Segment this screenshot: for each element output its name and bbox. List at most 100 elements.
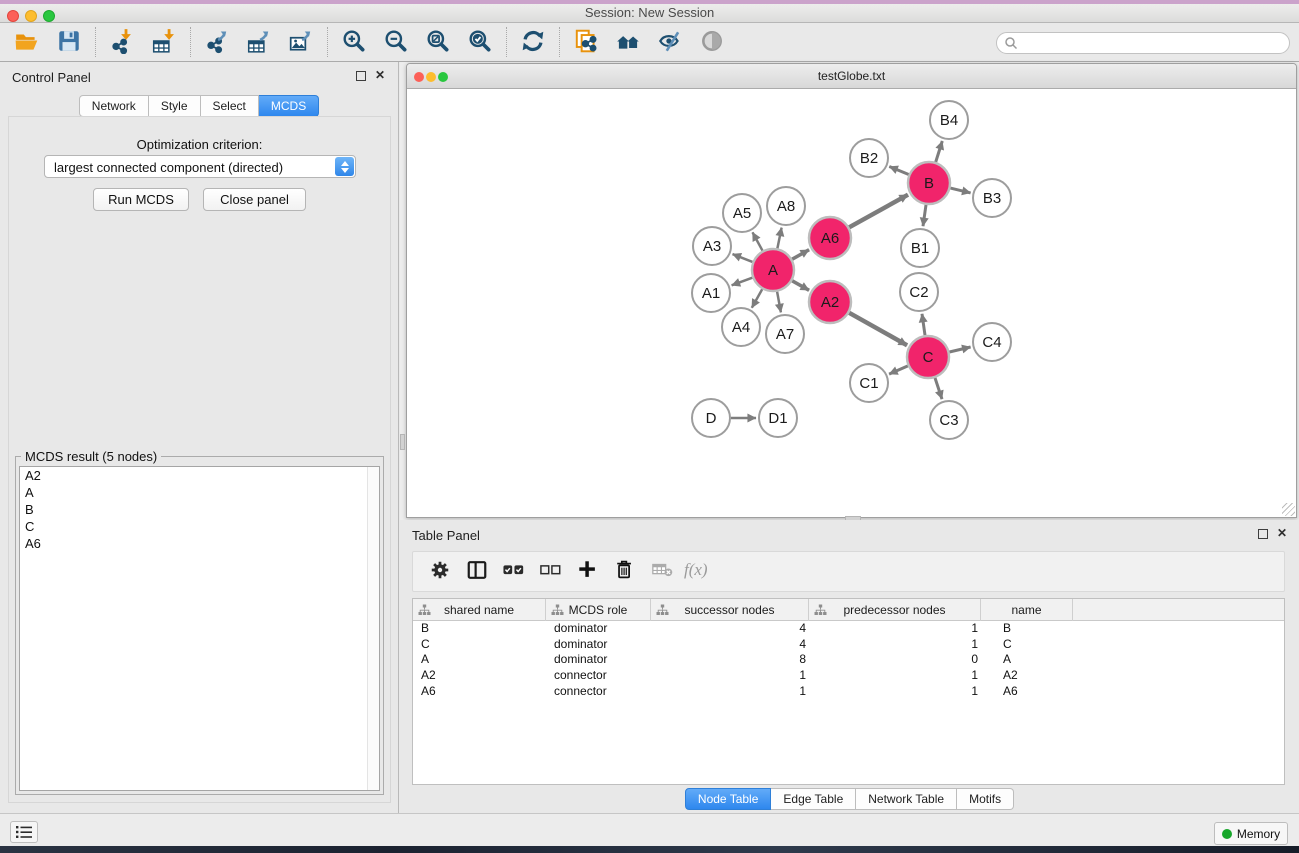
table-row[interactable]: Cdominator41C xyxy=(413,637,1284,653)
node-D1[interactable]: D1 xyxy=(759,399,797,437)
close-window-traffic-light[interactable] xyxy=(7,10,19,22)
edge-B-B2[interactable] xyxy=(889,167,908,175)
edge-A-A3[interactable] xyxy=(733,254,753,262)
node-A7[interactable]: A7 xyxy=(766,315,804,353)
export-image-button[interactable] xyxy=(280,26,322,58)
node-A2[interactable]: A2 xyxy=(809,281,851,323)
table-tab-node-table[interactable]: Node Table xyxy=(685,788,772,810)
network-window-maximize-traffic-light[interactable] xyxy=(438,72,448,82)
maximize-window-traffic-light[interactable] xyxy=(43,10,55,22)
tab-mcds[interactable]: MCDS xyxy=(259,95,319,117)
node-A8[interactable]: A8 xyxy=(767,187,805,225)
edge-A-A5[interactable] xyxy=(753,232,763,250)
node-C4[interactable]: C4 xyxy=(973,323,1011,361)
result-list-item[interactable]: B xyxy=(20,501,379,518)
edge-A-A4[interactable] xyxy=(752,289,762,308)
network-window-close-traffic-light[interactable] xyxy=(414,72,424,82)
table-row[interactable]: A6connector11A6 xyxy=(413,684,1284,700)
mcds-result-list[interactable]: A2ABCA6 xyxy=(19,466,380,791)
show-graphics-details-button[interactable] xyxy=(691,26,733,58)
table-panel-float-icon[interactable] xyxy=(1258,529,1268,539)
table-row[interactable]: A2connector11A2 xyxy=(413,668,1284,684)
edge-A-A2[interactable] xyxy=(792,281,809,291)
tab-network[interactable]: Network xyxy=(79,95,149,117)
result-list-item[interactable]: A xyxy=(20,484,379,501)
zoom-in-button[interactable] xyxy=(333,26,375,58)
export-network-button[interactable] xyxy=(196,26,238,58)
column-header-mcds-role[interactable]: MCDS role xyxy=(546,599,651,621)
edge-B-B3[interactable] xyxy=(950,188,970,193)
close-panel-button[interactable]: Close panel xyxy=(203,188,306,211)
edge-A6-B[interactable] xyxy=(849,195,908,228)
column-header-predecessor-nodes[interactable]: predecessor nodes xyxy=(809,599,981,621)
node-B3[interactable]: B3 xyxy=(973,179,1011,217)
table-tab-edge-table[interactable]: Edge Table xyxy=(771,788,856,810)
sash-grip-left-icon[interactable] xyxy=(400,434,405,450)
home-button[interactable] xyxy=(607,26,649,58)
edge-A2-C[interactable] xyxy=(849,313,907,346)
edge-B-B1[interactable] xyxy=(923,205,926,226)
tab-select[interactable]: Select xyxy=(201,95,259,117)
edge-A-A7[interactable] xyxy=(777,292,781,313)
column-header-successor-nodes[interactable]: successor nodes xyxy=(651,599,809,621)
node-C2[interactable]: C2 xyxy=(900,273,938,311)
window-resize-grip-icon[interactable] xyxy=(1282,503,1295,516)
table-row[interactable]: Adominator80A xyxy=(413,652,1284,668)
export-table-button[interactable] xyxy=(238,26,280,58)
control-panel-close-icon[interactable]: ✕ xyxy=(375,68,385,82)
node-C3[interactable]: C3 xyxy=(930,401,968,439)
settings-gear-button[interactable] xyxy=(423,556,457,588)
node-D[interactable]: D xyxy=(692,399,730,437)
task-history-button[interactable] xyxy=(10,821,38,843)
tab-style[interactable]: Style xyxy=(149,95,201,117)
duplicate-network-button[interactable] xyxy=(565,26,607,58)
edge-C-C4[interactable] xyxy=(949,347,970,352)
edge-A-A1[interactable] xyxy=(732,278,753,286)
zoom-selected-button[interactable] xyxy=(459,26,501,58)
node-A4[interactable]: A4 xyxy=(722,308,760,346)
delete-column-button[interactable] xyxy=(608,556,642,588)
add-column-button[interactable] xyxy=(571,556,605,588)
zoom-out-button[interactable] xyxy=(375,26,417,58)
edge-B-B4[interactable] xyxy=(936,141,943,162)
edge-A-A8[interactable] xyxy=(777,228,781,249)
column-header-name[interactable]: name xyxy=(981,599,1073,621)
node-C1[interactable]: C1 xyxy=(850,364,888,402)
node-C[interactable]: C xyxy=(907,336,949,378)
table-row[interactable]: Bdominator41B xyxy=(413,621,1284,637)
network-window-title-bar[interactable]: testGlobe.txt xyxy=(407,64,1296,89)
result-list-scrollbar[interactable] xyxy=(367,467,379,790)
network-window-minimize-traffic-light[interactable] xyxy=(426,72,436,82)
hide-graphics-details-button[interactable] xyxy=(649,26,691,58)
zoom-fit-button[interactable] xyxy=(417,26,459,58)
save-session-button[interactable] xyxy=(48,26,90,58)
column-header-shared-name[interactable]: shared name xyxy=(413,599,546,621)
table-panel-close-icon[interactable]: ✕ xyxy=(1277,526,1287,540)
network-graph-canvas[interactable]: B4B2BB3A8A5A6B1A3AA1C2A2A4A7C4CC1C3DD1 xyxy=(407,89,1296,517)
node-A6[interactable]: A6 xyxy=(809,217,851,259)
memory-button[interactable]: Memory xyxy=(1214,822,1288,845)
node-A3[interactable]: A3 xyxy=(693,227,731,265)
minimize-window-traffic-light[interactable] xyxy=(25,10,37,22)
result-list-item[interactable]: A6 xyxy=(20,535,379,552)
control-panel-float-icon[interactable] xyxy=(356,71,366,81)
run-mcds-button[interactable]: Run MCDS xyxy=(93,188,189,211)
edge-A-A6[interactable] xyxy=(792,250,809,260)
edge-C-C1[interactable] xyxy=(889,366,908,374)
node-A1[interactable]: A1 xyxy=(692,274,730,312)
table-tab-motifs[interactable]: Motifs xyxy=(957,788,1014,810)
result-list-item[interactable]: C xyxy=(20,518,379,535)
result-list-item[interactable]: A2 xyxy=(20,467,379,484)
node-B4[interactable]: B4 xyxy=(930,101,968,139)
open-session-button[interactable] xyxy=(6,26,48,58)
import-table-button[interactable] xyxy=(143,26,185,58)
refresh-layout-button[interactable] xyxy=(512,26,554,58)
show-columns-button[interactable] xyxy=(460,556,494,588)
search-input[interactable] xyxy=(996,32,1290,54)
node-A5[interactable]: A5 xyxy=(723,194,761,232)
node-B2[interactable]: B2 xyxy=(850,139,888,177)
table-tab-network-table[interactable]: Network Table xyxy=(856,788,957,810)
node-A[interactable]: A xyxy=(752,249,794,291)
edge-C-C2[interactable] xyxy=(922,314,925,335)
import-network-button[interactable] xyxy=(101,26,143,58)
